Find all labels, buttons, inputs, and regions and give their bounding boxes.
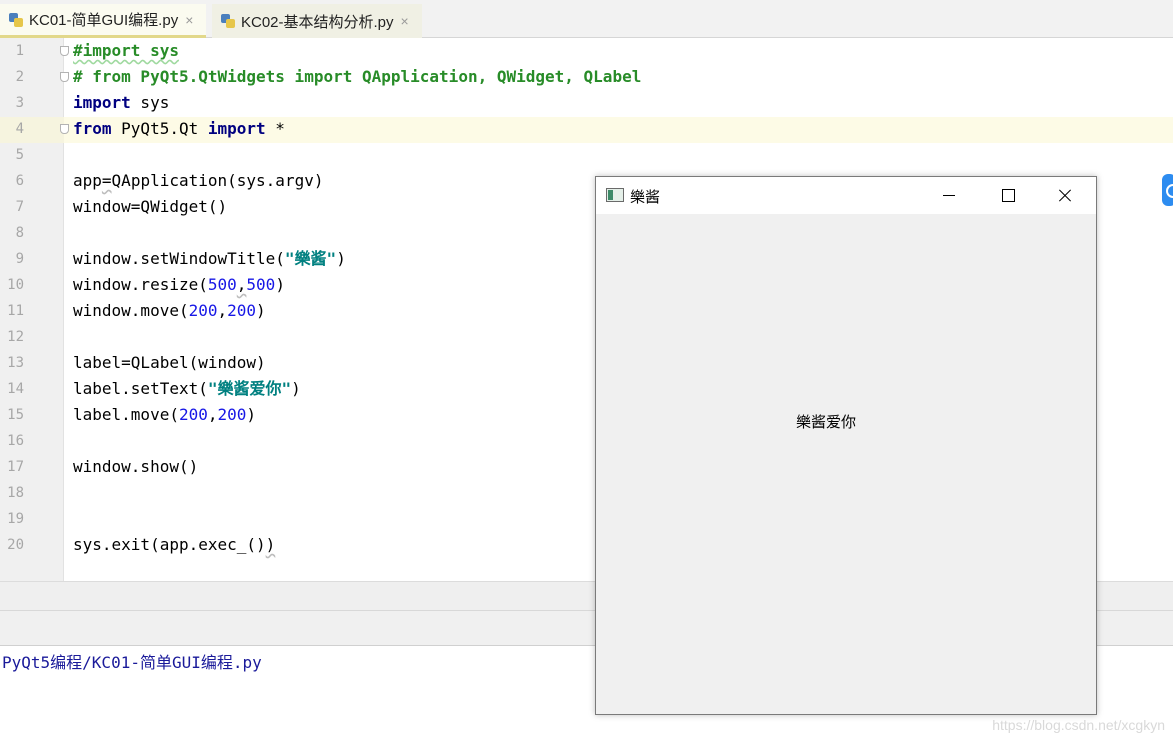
code-token: ) — [256, 301, 266, 320]
tab-label: KC01-简单GUI编程.py — [29, 12, 179, 29]
code-line: label.move(200,200) — [73, 402, 256, 428]
code-token: sys.exit(app.exec_() — [73, 535, 266, 554]
code-line: #import sys — [73, 38, 179, 64]
line-number: 19 — [7, 511, 24, 527]
fold-marker-icon[interactable] — [60, 124, 69, 134]
line-number: 14 — [7, 381, 24, 397]
line-number: 2 — [15, 69, 24, 85]
code-token: label=QLabel(window) — [73, 353, 266, 372]
app-window-icon — [606, 188, 624, 202]
code-token: window.show() — [73, 457, 199, 476]
code-token: QApplication(sys.argv) — [111, 171, 324, 190]
close-tab-icon[interactable]: × — [401, 13, 409, 29]
code-line: label=QLabel(window) — [73, 350, 266, 376]
qt-window-title: 樂酱 — [630, 189, 661, 206]
code-token: 500 — [246, 275, 276, 294]
code-line: # from PyQt5.QtWidgets import QApplicati… — [73, 64, 641, 90]
code-line: import sys — [73, 90, 169, 116]
line-number: 13 — [7, 355, 24, 371]
code-token: # from PyQt5.QtWidgets import QApplicati… — [73, 67, 642, 86]
maximize-button[interactable] — [984, 177, 1030, 214]
code-token: sys — [130, 93, 170, 112]
qt-label-text: 樂酱爱你 — [796, 414, 857, 431]
qt-window-titlebar[interactable]: 樂酱 — [596, 177, 1096, 214]
code-line: app=QApplication(sys.argv) — [73, 168, 323, 194]
code-line: window=QWidget() — [73, 194, 227, 220]
line-number: 9 — [15, 251, 24, 267]
code-token: app — [73, 171, 102, 190]
line-number: 1 — [15, 43, 24, 59]
code-token: "樂酱" — [284, 249, 337, 268]
line-number: 5 — [15, 147, 24, 163]
code-token: "樂酱爱你" — [207, 379, 292, 398]
code-token: PyQt5.Qt — [111, 119, 208, 138]
code-line: window.setWindowTitle("樂酱") — [73, 246, 346, 272]
line-number: 17 — [7, 459, 24, 475]
tab-kc01[interactable]: KC01-简单GUI编程.py × — [0, 4, 206, 38]
python-file-icon — [220, 13, 236, 29]
close-window-button[interactable] — [1042, 177, 1088, 214]
code-token: #import sys — [73, 41, 179, 60]
close-tab-icon[interactable]: × — [185, 12, 193, 28]
code-token: , — [207, 405, 218, 424]
tab-kc02[interactable]: KC02-基本结构分析.py × — [212, 4, 422, 38]
code-token: ) — [275, 275, 285, 294]
code-token: ) — [336, 249, 346, 268]
line-number: 18 — [7, 485, 24, 501]
minimize-button[interactable] — [926, 177, 972, 214]
line-number: 4 — [15, 121, 24, 137]
code-token: = — [101, 171, 112, 190]
code-token: * — [265, 119, 285, 138]
code-token: import — [73, 93, 131, 112]
editor-tab-bar: KC01-简单GUI编程.py × KC02-基本结构分析.py × — [0, 0, 1173, 38]
tab-label: KC02-基本结构分析.py — [241, 13, 394, 31]
line-number: 3 — [15, 95, 24, 111]
line-number: 12 — [7, 329, 24, 345]
floating-helper-widget[interactable] — [1162, 174, 1173, 206]
watermark: https://blog.csdn.net/xcgkyn — [992, 717, 1165, 733]
line-number: 8 — [15, 225, 24, 241]
line-number: 15 — [7, 407, 24, 423]
code-line: window.show() — [73, 454, 198, 480]
qt-app-window[interactable]: 樂酱 樂酱爱你 — [595, 176, 1097, 715]
code-token: 200 — [188, 301, 218, 320]
code-token: window=QWidget() — [73, 197, 228, 216]
code-token: 200 — [178, 405, 208, 424]
code-token: window.setWindowTitle( — [73, 249, 285, 268]
line-number: 7 — [15, 199, 24, 215]
code-line: sys.exit(app.exec_()) — [73, 532, 275, 558]
code-token: from — [73, 119, 112, 138]
code-line: from PyQt5.Qt import * — [73, 116, 285, 142]
code-token: window.move( — [73, 301, 189, 320]
code-token: 500 — [207, 275, 237, 294]
code-token: label.setText( — [73, 379, 208, 398]
code-token: window.resize( — [73, 275, 208, 294]
code-line: window.move(200,200) — [73, 298, 266, 324]
line-number: 11 — [7, 303, 24, 319]
code-line: window.resize(500,500) — [73, 272, 285, 298]
line-number: 6 — [15, 173, 24, 189]
line-number: 20 — [7, 537, 24, 553]
code-token: 200 — [217, 405, 247, 424]
console-script-path: PyQt5编程/KC01-简单GUI编程.py — [2, 653, 262, 672]
python-file-icon — [8, 12, 24, 28]
code-token: ) — [246, 405, 257, 424]
line-number: 16 — [7, 433, 24, 449]
code-line: label.setText("樂酱爱你") — [73, 376, 301, 402]
code-token: 200 — [227, 301, 257, 320]
code-token: , — [236, 275, 247, 294]
line-number: 10 — [7, 277, 24, 293]
code-token: import — [207, 119, 266, 138]
code-token: ) — [265, 535, 276, 554]
code-token: ) — [291, 379, 301, 398]
fold-marker-icon[interactable] — [60, 46, 69, 56]
code-token: , — [217, 301, 228, 320]
code-token: label.move( — [73, 405, 179, 424]
fold-marker-icon[interactable] — [60, 72, 69, 82]
